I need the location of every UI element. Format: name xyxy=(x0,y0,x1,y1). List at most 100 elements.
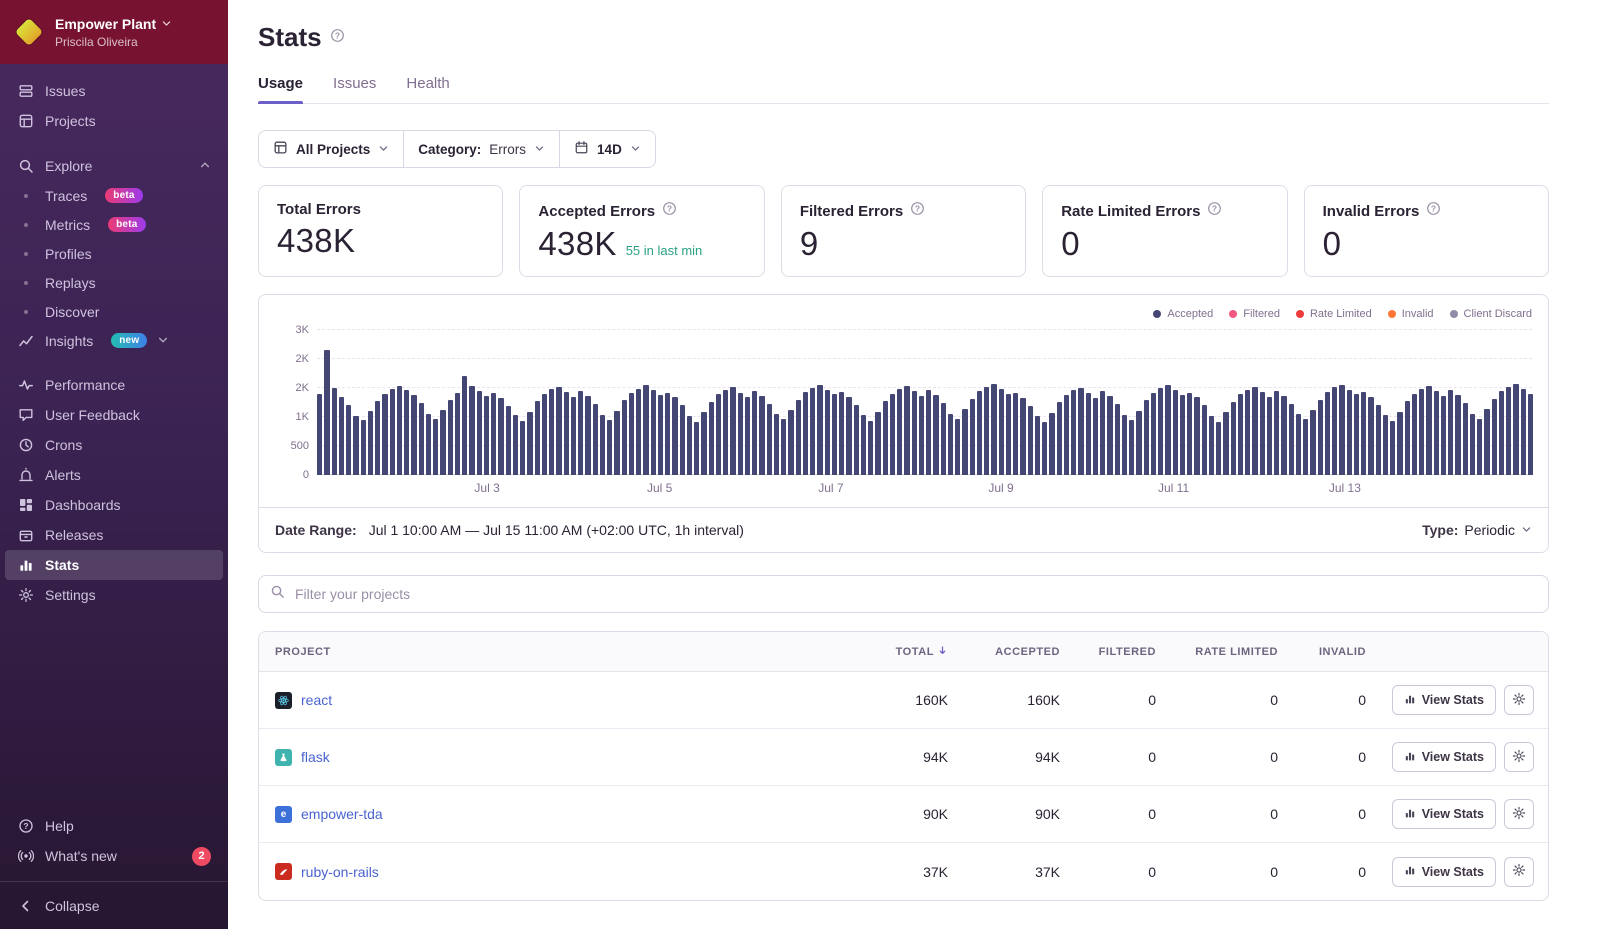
view-stats-button[interactable]: View Stats xyxy=(1392,799,1496,829)
chart-bar xyxy=(1100,391,1105,475)
column-header-rate-limited[interactable]: RATE LIMITED xyxy=(1170,646,1292,658)
sidebar-item-stats[interactable]: Stats xyxy=(5,550,223,580)
help-question-icon[interactable]: ? xyxy=(662,201,677,221)
svg-text:?: ? xyxy=(1212,204,1217,214)
chart-bar xyxy=(1354,394,1359,475)
chart-bar xyxy=(1470,414,1475,475)
column-header-project[interactable]: PROJECT xyxy=(259,646,844,658)
sidebar-item-releases[interactable]: Releases xyxy=(5,520,223,550)
sidebar-item-alerts[interactable]: Alerts xyxy=(5,460,223,490)
chart-bar xyxy=(375,401,380,475)
stat-card-filtered-errors: Filtered Errors?9 xyxy=(781,185,1026,277)
chart-bar xyxy=(658,395,663,475)
chart-bar xyxy=(745,397,750,475)
chart-bar xyxy=(317,394,322,475)
sidebar-item-what-s-new[interactable]: What's new2 xyxy=(5,841,223,871)
chart-bar xyxy=(1506,387,1511,475)
legend-item-client-discard[interactable]: Client Discard xyxy=(1450,308,1532,320)
date-range-text: Jul 1 10:00 AM — Jul 15 11:00 AM (+02:00… xyxy=(369,522,744,538)
view-stats-button[interactable]: View Stats xyxy=(1392,685,1496,715)
column-header-total[interactable]: TOTAL xyxy=(844,645,962,659)
help-question-icon[interactable]: ? xyxy=(910,201,925,221)
sidebar-item-label: Projects xyxy=(45,113,96,129)
sidebar-collapse-button[interactable]: Collapse xyxy=(0,882,228,929)
org-logo xyxy=(14,17,44,47)
category-filter-dropdown[interactable]: Category: Errors xyxy=(404,131,560,167)
chart-bar xyxy=(1426,386,1431,475)
project-link[interactable]: flask xyxy=(301,749,330,765)
chart-bar xyxy=(1078,388,1083,475)
insights-icon xyxy=(17,333,35,349)
stat-card-title: Rate Limited Errors xyxy=(1061,203,1200,220)
chart-bar xyxy=(1397,412,1402,475)
chart-type-value: Periodic xyxy=(1464,522,1515,538)
tab-usage[interactable]: Usage xyxy=(258,75,303,103)
chart-bar xyxy=(1202,405,1207,475)
cell-accepted: 37K xyxy=(962,864,1074,880)
chart-bar xyxy=(404,390,409,475)
sidebar-item-dashboards[interactable]: Dashboards xyxy=(5,490,223,520)
org-switcher[interactable]: Empower Plant Priscila Oliveira xyxy=(0,0,228,64)
chart-bar xyxy=(933,395,938,475)
sidebar-item-issues[interactable]: Issues xyxy=(5,76,223,106)
legend-item-rate-limited[interactable]: Rate Limited xyxy=(1296,308,1372,320)
chart-bar xyxy=(1303,419,1308,475)
legend-item-invalid[interactable]: Invalid xyxy=(1388,308,1434,320)
help-question-icon[interactable]: ? xyxy=(330,28,345,48)
sidebar-item-traces[interactable]: Tracesbeta xyxy=(5,181,223,210)
sidebar-item-performance[interactable]: Performance xyxy=(5,370,223,400)
help-question-icon[interactable]: ? xyxy=(1426,201,1441,221)
sidebar-item-crons[interactable]: Crons xyxy=(5,430,223,460)
column-header-accepted[interactable]: ACCEPTED xyxy=(962,646,1074,658)
y-axis-label: 2K xyxy=(296,382,309,394)
project-settings-button[interactable] xyxy=(1504,742,1534,772)
project-link[interactable]: empower-tda xyxy=(301,806,383,822)
help-question-icon[interactable]: ? xyxy=(1207,201,1222,221)
sidebar-item-insights[interactable]: Insightsnew xyxy=(5,326,223,355)
sidebar-item-user-feedback[interactable]: User Feedback xyxy=(5,400,223,430)
project-filter-dropdown[interactable]: All Projects xyxy=(259,131,404,167)
chart-bar xyxy=(854,405,859,475)
date-range-dropdown[interactable]: 14D xyxy=(560,131,655,167)
sidebar-nav: Issues Projects Explore TracesbetaMetrics… xyxy=(0,64,228,610)
sidebar-item-help[interactable]: ? Help xyxy=(5,811,223,841)
cell-filtered: 0 xyxy=(1074,749,1170,765)
project-settings-button[interactable] xyxy=(1504,685,1534,715)
sidebar-item-replays[interactable]: Replays xyxy=(5,268,223,297)
legend-dot xyxy=(1388,310,1396,318)
tab-health[interactable]: Health xyxy=(406,75,449,103)
sidebar-item-metrics[interactable]: Metricsbeta xyxy=(5,210,223,239)
column-header-filtered[interactable]: FILTERED xyxy=(1074,646,1170,658)
tab-issues[interactable]: Issues xyxy=(333,75,376,103)
chart-bar xyxy=(484,396,489,475)
sidebar-item-label: Stats xyxy=(45,557,79,573)
legend-dot xyxy=(1296,310,1304,318)
platform-icon-empower: e xyxy=(275,806,292,823)
stat-card-title: Total Errors xyxy=(277,201,361,218)
sidebar-item-label: Replays xyxy=(45,275,96,291)
sidebar-item-projects[interactable]: Projects xyxy=(5,106,223,136)
view-stats-button[interactable]: View Stats xyxy=(1392,857,1496,887)
stat-card-rate-limited-errors: Rate Limited Errors?0 xyxy=(1042,185,1287,277)
project-link[interactable]: react xyxy=(301,692,332,708)
chart-bar xyxy=(527,412,532,475)
chart-type-dropdown[interactable]: Type: Periodic xyxy=(1422,522,1532,538)
project-filter-input[interactable] xyxy=(258,575,1549,613)
legend-item-filtered[interactable]: Filtered xyxy=(1229,308,1280,320)
sidebar-item-explore[interactable]: Explore xyxy=(5,151,223,181)
view-stats-button[interactable]: View Stats xyxy=(1392,742,1496,772)
sidebar-item-discover[interactable]: Discover xyxy=(5,297,223,326)
cell-invalid: 0 xyxy=(1292,864,1380,880)
svg-text:?: ? xyxy=(335,30,340,40)
column-header-invalid[interactable]: INVALID xyxy=(1292,646,1380,658)
project-settings-button[interactable] xyxy=(1504,799,1534,829)
sidebar-item-profiles[interactable]: Profiles xyxy=(5,239,223,268)
legend-dot xyxy=(1450,310,1458,318)
bar-chart-small-icon xyxy=(1404,693,1416,708)
legend-item-accepted[interactable]: Accepted xyxy=(1153,308,1213,320)
project-settings-button[interactable] xyxy=(1504,857,1534,887)
project-link[interactable]: ruby-on-rails xyxy=(301,864,379,880)
sidebar-item-settings[interactable]: Settings xyxy=(5,580,223,610)
cell-invalid: 0 xyxy=(1292,806,1380,822)
tab-bar: Usage Issues Health xyxy=(258,75,1549,104)
